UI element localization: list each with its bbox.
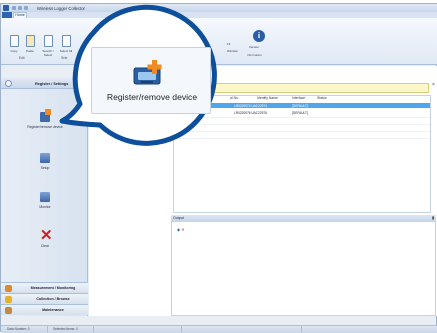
callout-label: Register/remove device [106,92,198,102]
callout-zoom-panel: Register/remove device [91,47,211,114]
callout-magnifier [59,4,217,146]
register-device-icon [133,60,162,85]
